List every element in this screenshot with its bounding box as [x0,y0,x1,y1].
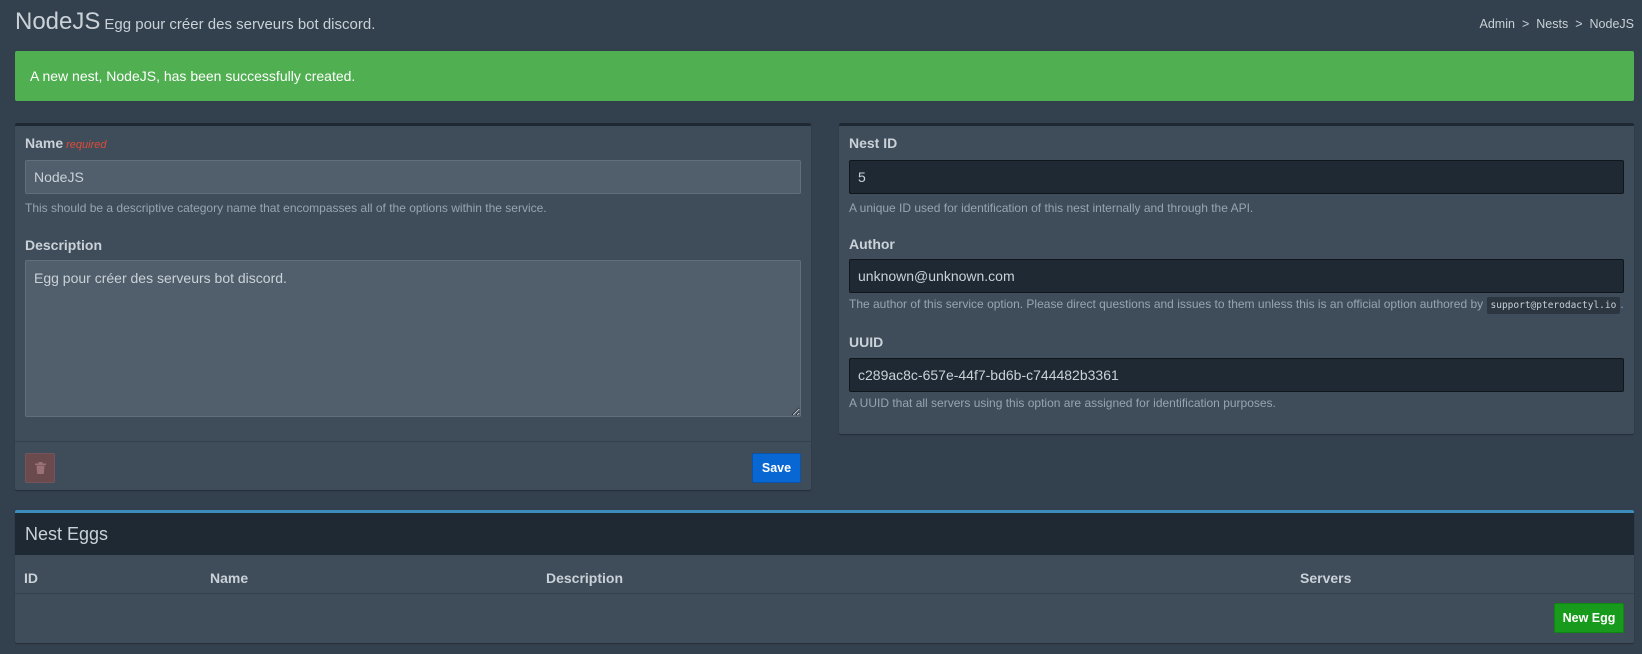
delete-button[interactable] [25,453,55,483]
alert-message: A new nest, NodeJS, has been successfull… [30,68,356,84]
breadcrumb: Admin > Nests > NodeJS [1480,17,1635,31]
uuid-help-text: A UUID that all servers using this optio… [849,396,1276,410]
support-email-code: support@pterodactyl.io [1486,297,1621,314]
nest-id-input[interactable] [849,160,1624,194]
required-tag: required [66,139,107,151]
author-label: Author [849,236,895,252]
nest-eggs-header: Nest Eggs [15,513,1634,555]
column-header-name: Name [210,570,249,586]
breadcrumb-separator: > [1521,17,1530,31]
save-button[interactable]: Save [752,453,801,483]
breadcrumb-nests[interactable]: Nests [1536,17,1568,31]
breadcrumb-admin[interactable]: Admin [1480,17,1515,31]
page-subtitle: Egg pour créer des serveurs bot discord. [104,16,376,33]
nest-eggs-box: Nest Eggs ID Name Description Servers Ne… [15,510,1634,643]
column-header-description: Description [546,570,624,586]
name-help-text: This should be a descriptive category na… [25,201,547,215]
breadcrumb-separator: > [1575,17,1583,31]
description-textarea[interactable]: Egg pour créer des serveurs bot discord. [25,260,801,417]
author-help-prefix: The author of this service option. Pleas… [849,297,1484,311]
nest-edit-box: Namerequired This should be a descriptiv… [15,123,811,490]
name-label: Name required [25,135,107,151]
author-help-suffix: . [1620,297,1624,311]
breadcrumb-current: NodeJS [1589,17,1634,31]
description-label: Description [25,237,103,253]
nest-eggs-title: Nest Eggs [25,524,109,544]
nest-id-label: Nest ID [849,135,898,151]
column-header-servers: Servers [1300,570,1352,586]
content-header: NodeJS Egg pour créer des serveurs bot di… [15,8,1634,42]
page-title-text: NodeJS [15,8,101,35]
nest-id-help-text: A unique ID used for identification of t… [849,201,1254,215]
nest-info-box: Nest ID A unique ID used for identificat… [839,123,1634,434]
box-footer: Save [15,441,811,493]
trash-icon [34,462,46,474]
new-egg-button[interactable]: New Egg [1554,603,1624,633]
name-label-text: Name [25,135,64,151]
table-divider [15,593,1634,594]
uuid-label: UUID [849,334,884,350]
author-input[interactable] [849,259,1624,293]
page-title: NodeJS Egg pour créer des serveurs bot di… [15,8,375,36]
column-header-id: ID [24,570,38,586]
success-alert: A new nest, NodeJS, has been successfull… [15,51,1634,101]
author-help-text: The author of this service option. Pleas… [849,297,1624,314]
uuid-input[interactable] [849,358,1624,392]
name-input[interactable] [25,160,801,194]
